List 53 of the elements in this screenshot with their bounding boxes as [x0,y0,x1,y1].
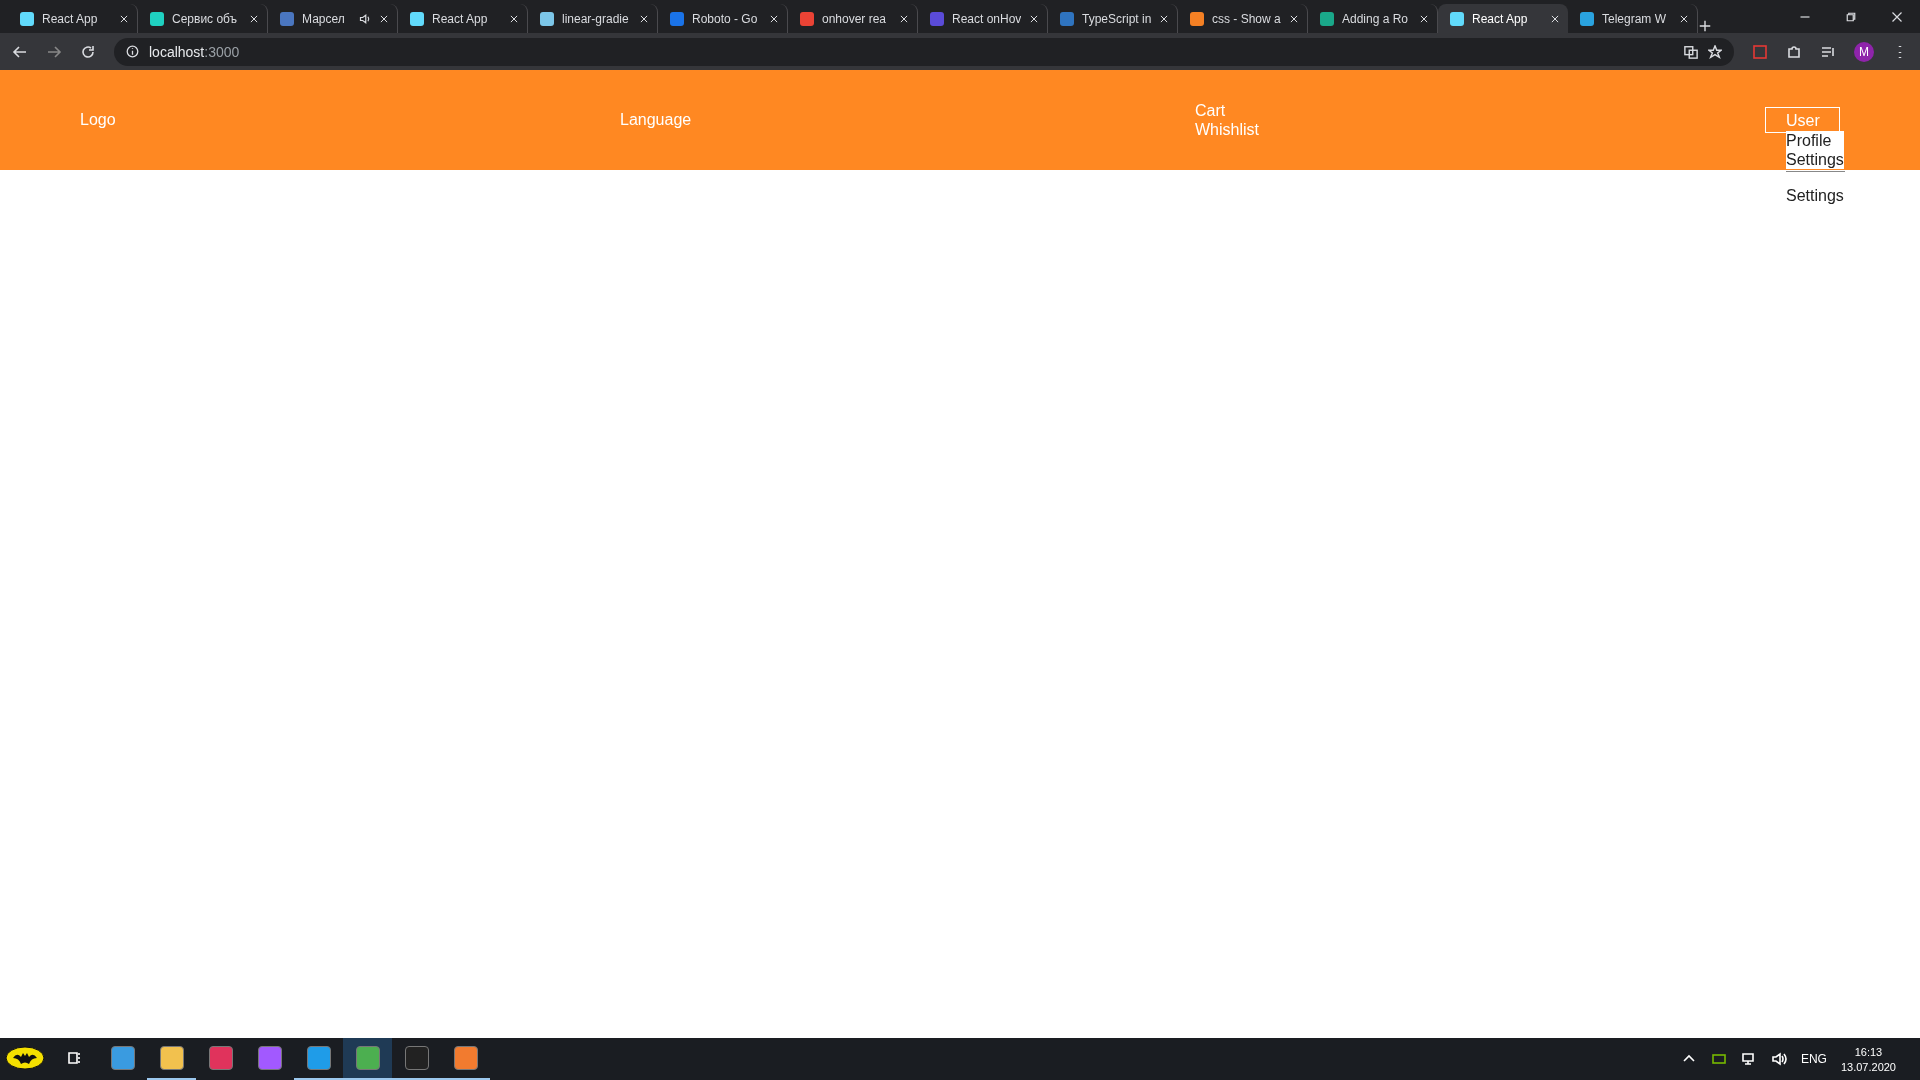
close-icon[interactable] [509,13,519,24]
close-icon[interactable] [379,13,389,24]
close-icon[interactable] [899,13,909,24]
close-icon[interactable] [1419,13,1429,24]
tab-title: css - Show a [1212,11,1281,26]
close-icon[interactable] [1679,13,1689,24]
close-icon[interactable] [1289,13,1299,24]
tab-title: React App [42,11,99,26]
tab-title: Roboto - Go [692,11,759,26]
logo-text: Logo [80,111,117,129]
clock-date: 13.07.2020 [1840,1060,1896,1073]
star-icon[interactable] [1708,44,1722,59]
language-indicator[interactable]: ENG [1800,1052,1827,1066]
menu-item[interactable]: Profile [1786,131,1844,150]
translate-icon[interactable] [1684,44,1698,59]
tab-title: linear-gradie [562,11,630,26]
account-avatar[interactable]: M [1854,41,1874,62]
close-icon[interactable] [639,13,649,24]
info-icon[interactable] [126,45,139,58]
menu-item[interactable]: Settings [1786,150,1844,169]
close-icon[interactable] [119,13,129,24]
settings-link[interactable]: Settings [1786,187,1844,205]
back-icon[interactable] [12,43,28,60]
browser-tab[interactable]: React App [1438,4,1568,33]
close-icon[interactable] [1550,13,1560,24]
tab-title: TypeScript in [1082,11,1151,26]
close-icon[interactable] [769,13,779,24]
task-view-icon[interactable] [65,1050,82,1066]
tab-title: React onHov [952,11,1021,26]
taskbar-app[interactable] [343,1038,392,1080]
tab-title: Telegram W [1602,11,1667,26]
close-icon[interactable] [1159,13,1169,24]
start-logo-icon[interactable] [4,1046,45,1070]
close-icon[interactable] [249,13,259,24]
clock-time: 16:13 [1854,1045,1883,1058]
speaker-icon[interactable] [359,12,371,25]
volume-icon[interactable] [1770,1051,1787,1067]
url-host: localhost [149,43,205,60]
reload-icon[interactable] [80,43,96,60]
tab-title: Adding a Ro [1342,11,1410,26]
address-field[interactable]: localhost:3000 [114,37,1734,66]
tab-title: React App [432,11,489,26]
new-tab-icon[interactable] [1698,19,1712,33]
tab-title: Марсел [302,11,346,26]
restore-icon[interactable] [1845,10,1857,23]
forward-icon[interactable] [46,43,62,60]
network-icon[interactable] [1740,1051,1757,1067]
tab-title: onhover rea [822,11,888,26]
close-icon[interactable] [1029,13,1039,24]
tab-title: React App [1472,11,1529,26]
url-port: :3000 [204,43,240,60]
close-icon[interactable] [1891,10,1903,23]
tab-title: Сервис объ [172,11,239,26]
